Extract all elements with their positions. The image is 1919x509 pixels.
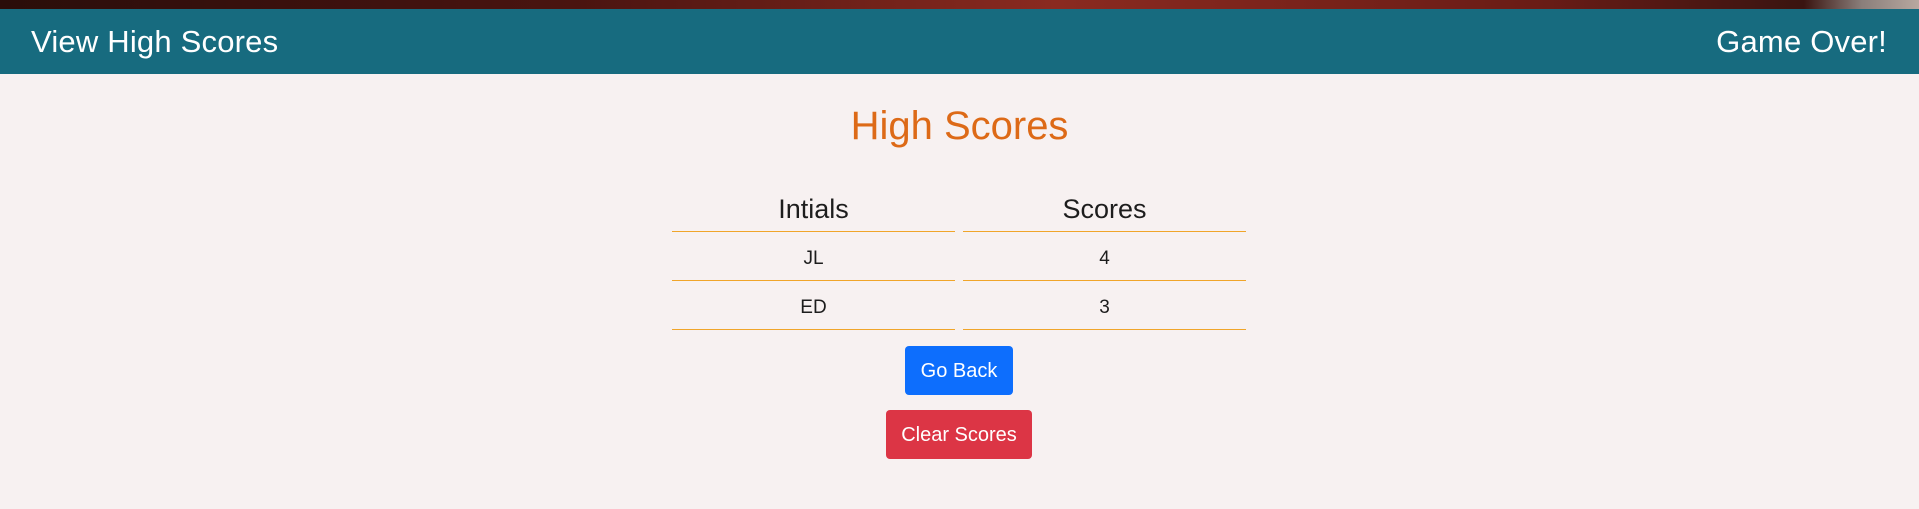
scores-table: Intials Scores JL 4 ED 3 (672, 188, 1246, 330)
background-image-strip (0, 0, 1919, 9)
score-cell: 4 (963, 238, 1246, 281)
page-title: High Scores (850, 104, 1069, 148)
table-row: ED 3 (672, 287, 1246, 330)
high-scores-section: High Scores Intials Scores JL 4 ED 3 Go … (0, 74, 1919, 509)
table-header-row: Intials Scores (672, 188, 1246, 232)
view-high-scores-link[interactable]: View High Scores (31, 24, 278, 60)
top-navbar: View High Scores Game Over! (0, 9, 1919, 74)
game-status-text: Game Over! (1716, 24, 1887, 59)
table-row: JL 4 (672, 238, 1246, 281)
go-back-button[interactable]: Go Back (905, 346, 1013, 395)
column-header-initials: Intials (672, 188, 955, 232)
initials-cell: ED (672, 287, 955, 330)
score-cell: 3 (963, 287, 1246, 330)
initials-cell: JL (672, 238, 955, 281)
column-header-scores: Scores (963, 188, 1246, 232)
clear-scores-button[interactable]: Clear Scores (886, 410, 1032, 459)
